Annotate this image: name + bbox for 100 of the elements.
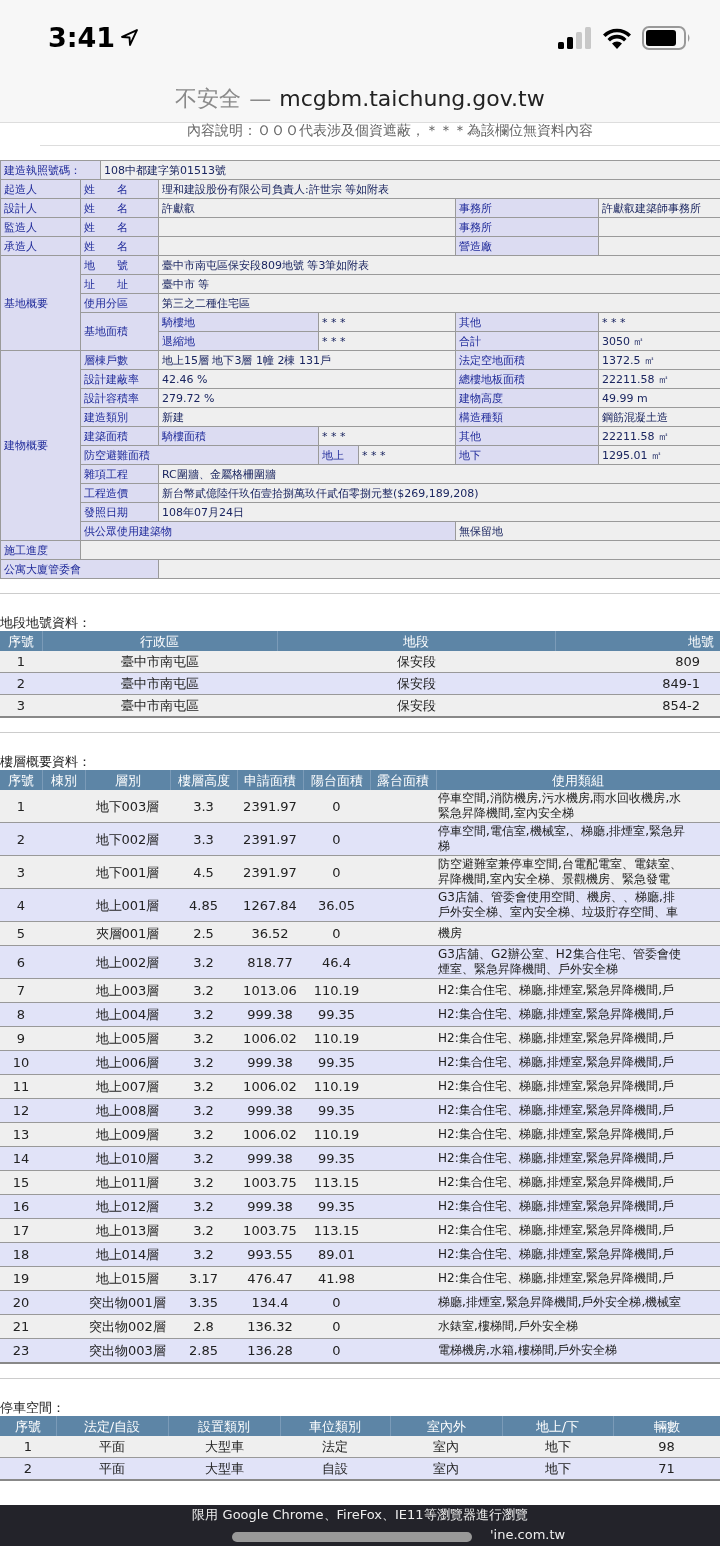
table-cell: 2391.97 xyxy=(237,855,303,889)
table-cell: 999.38 xyxy=(237,1002,303,1027)
table-cell: 突出物002層 xyxy=(85,1314,170,1339)
table-cell: 89.01 xyxy=(303,1242,370,1267)
table-cell-text: H2:集合住宅、梯廳,排煙室,緊急昇降機間,戶 xyxy=(438,1151,676,1166)
table-cell: 3.2 xyxy=(170,978,237,1003)
table-cell: 10 xyxy=(0,1050,42,1075)
table-cell: 818.77 xyxy=(237,945,303,979)
table-cell-text: G3店舖、G2辦公室、H2集合住宅、管委會使 xyxy=(438,947,682,962)
table-cell-text: H2:集合住宅、梯廳,排煙室,緊急昇降機間,戶 xyxy=(438,983,676,998)
table-cell: 3.17 xyxy=(170,1266,237,1291)
table-cell: 1 xyxy=(0,790,42,823)
table-cell-text: 停車空間,電信室,機械室,、梯廳,排煙室,緊急昇 xyxy=(438,824,687,839)
table-cell: 110.19 xyxy=(303,1026,370,1051)
table-cell: 3.2 xyxy=(170,1002,237,1027)
row-header: 建造執照號碼： xyxy=(0,160,101,180)
table-cell-text: H2:集合住宅、梯廳,排煙室,緊急昇降機間,戶 xyxy=(438,1247,676,1262)
table-cell: 大型車 xyxy=(168,1457,280,1480)
table-cell: 14 xyxy=(0,1146,42,1171)
table-cell: 41.98 xyxy=(303,1266,370,1291)
table-cell: 地上004層 xyxy=(85,1002,170,1027)
table-cell: 0 xyxy=(303,1290,370,1315)
table-cell: 23 xyxy=(0,1338,42,1363)
clock-time: 3:41 xyxy=(48,22,116,53)
table-cell: 地上005層 xyxy=(85,1026,170,1051)
table-cell: 大型車 xyxy=(168,1436,280,1458)
table-cell: 地上011層 xyxy=(85,1170,170,1195)
table-cell: 2.5 xyxy=(170,921,237,946)
table-cell: 1013.06 xyxy=(237,978,303,1003)
table-cell: 2 xyxy=(0,1457,56,1480)
wifi-icon xyxy=(602,26,632,49)
table-cell: 地下003層 xyxy=(85,790,170,823)
table-cell: 809 xyxy=(555,651,720,673)
table-cell: 突出物001層 xyxy=(85,1290,170,1315)
table-cell: 平面 xyxy=(56,1457,168,1480)
column-header: 室內外 xyxy=(390,1416,502,1436)
row-header: 基地面積 xyxy=(80,312,159,351)
table-cell: 1006.02 xyxy=(237,1122,303,1147)
column-header: 序號 xyxy=(0,770,42,790)
table-cell: 12 xyxy=(0,1098,42,1123)
column-header: 層別 xyxy=(85,770,170,790)
table-cell: 1003.75 xyxy=(237,1170,303,1195)
table-cell: 99.35 xyxy=(303,1146,370,1171)
table-cell: 36.52 xyxy=(237,921,303,946)
table-cell: 13 xyxy=(0,1122,42,1147)
table-cell-text: H2:集合住宅、梯廳,排煙室,緊急昇降機間,戶 xyxy=(438,1103,676,1118)
table-cell: 平面 xyxy=(56,1436,168,1458)
column-header: 樓層高度 xyxy=(170,770,237,790)
table-cell-text: H2:集合住宅、梯廳,排煙室,緊急昇降機間,戶 xyxy=(438,1079,676,1094)
table-cell: 113.15 xyxy=(303,1170,370,1195)
table-cell-text: G3店舖、管委會使用空間、機房、、梯廳,排 xyxy=(438,890,676,905)
table-cell: 71 xyxy=(613,1457,720,1480)
table-cell: 16 xyxy=(0,1194,42,1219)
table-cell-text: H2:集合住宅、梯廳,排煙室,緊急昇降機間,戶 xyxy=(438,1031,676,1046)
table-cell: 849-1 xyxy=(555,672,720,695)
table-cell: 3.2 xyxy=(170,1050,237,1075)
table-cell: 0 xyxy=(303,1314,370,1339)
column-header: 序號 xyxy=(0,1416,56,1436)
section-title: 樓層概要資料： xyxy=(0,753,92,770)
column-header: 申請面積 xyxy=(237,770,303,790)
table-cell: 108中都建字第01513號 xyxy=(100,160,720,180)
table-cell: 地上012層 xyxy=(85,1194,170,1219)
table-cell: 854-2 xyxy=(555,694,720,717)
table-cell: 地下 xyxy=(502,1457,613,1480)
table-cell: 保安段 xyxy=(277,672,555,695)
table-cell: 5 xyxy=(0,921,42,946)
column-header: 使用類組 xyxy=(436,770,720,790)
table-cell: 3 xyxy=(0,855,42,889)
table-cell-text: 停車空間,消防機房,污水機房,雨水回收機房,水 xyxy=(438,791,683,806)
table-cell: 8 xyxy=(0,1002,42,1027)
table-cell-text: 煙室、緊急昇降機間、戶外安全梯 xyxy=(438,962,619,977)
table-cell: 20 xyxy=(0,1290,42,1315)
table-cell: 999.38 xyxy=(237,1194,303,1219)
column-header: 輛數 xyxy=(613,1416,720,1436)
table-cell: 136.28 xyxy=(237,1338,303,1363)
table-cell: 1267.84 xyxy=(237,888,303,922)
table-cell: 突出物003層 xyxy=(85,1338,170,1363)
table-cell-text: 昇降機間,室內安全梯、景觀機房、緊急發電 xyxy=(438,872,671,887)
table-cell: 法定 xyxy=(280,1436,390,1458)
table-cell-text: 機房 xyxy=(438,926,463,941)
table-cell: 3.2 xyxy=(170,1218,237,1243)
table-cell: 3 xyxy=(0,694,42,717)
table-cell: 2.8 xyxy=(170,1314,237,1339)
column-header: 設置類別 xyxy=(168,1416,280,1436)
table-cell: 2391.97 xyxy=(237,822,303,856)
table-cell: 室內 xyxy=(390,1436,502,1458)
table-cell: 3.2 xyxy=(170,1242,237,1267)
table-cell: 4 xyxy=(0,888,42,922)
section-title: 地段地號資料： xyxy=(0,614,92,631)
table-cell-text: H2:集合住宅、梯廳,排煙室,緊急昇降機間,戶 xyxy=(438,1055,676,1070)
column-header: 車位類別 xyxy=(280,1416,390,1436)
table-cell: 999.38 xyxy=(237,1050,303,1075)
table-cell: 15 xyxy=(0,1170,42,1195)
table-cell: 4.85 xyxy=(170,888,237,922)
location-arrow-icon xyxy=(121,29,139,46)
column-header: 地上/下 xyxy=(502,1416,613,1436)
section-title: 停車空間： xyxy=(0,1399,66,1416)
table-cell: 9 xyxy=(0,1026,42,1051)
table-cell: 113.15 xyxy=(303,1218,370,1243)
address-bar[interactable]: 不安全 — mcgbm.taichung.gov.tw xyxy=(0,75,720,123)
